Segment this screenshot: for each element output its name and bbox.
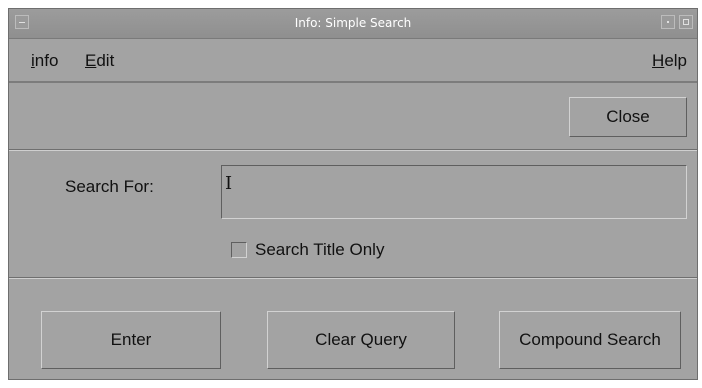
- search-for-label: Search For:: [65, 177, 154, 196]
- compound-search-button[interactable]: Compound Search: [499, 311, 681, 369]
- top-divider: [9, 149, 697, 151]
- close-button[interactable]: Close: [569, 97, 687, 137]
- text-cursor-icon: I: [225, 173, 233, 194]
- menu-info-label: nfo: [34, 51, 59, 70]
- menu-help-label: elp: [664, 51, 687, 70]
- menu-bar: info Edit Help: [9, 39, 697, 83]
- menu-edit-label: dit: [96, 51, 115, 70]
- clear-query-button[interactable]: Clear Query: [267, 311, 455, 369]
- title-bar[interactable]: Info: Simple Search: [9, 9, 697, 39]
- minimize-icon[interactable]: [661, 15, 675, 29]
- menu-edit-mnemonic: E: [85, 51, 97, 70]
- search-title-only-option[interactable]: Search Title Only: [231, 239, 384, 261]
- window-title: Info: Simple Search: [294, 16, 412, 30]
- maximize-icon[interactable]: [679, 15, 693, 29]
- search-input[interactable]: [221, 165, 687, 219]
- menu-edit[interactable]: Edit: [85, 51, 114, 71]
- simple-search-window: Info: Simple Search info Edit Help Close…: [8, 8, 698, 380]
- bottom-divider: [9, 277, 697, 279]
- menu-help-mnemonic: H: [652, 51, 665, 70]
- menu-help[interactable]: Help: [652, 51, 687, 71]
- search-title-only-label: Search Title Only: [255, 240, 385, 259]
- menu-info[interactable]: info: [31, 51, 58, 71]
- enter-button[interactable]: Enter: [41, 311, 221, 369]
- search-title-only-checkbox[interactable]: [231, 242, 247, 258]
